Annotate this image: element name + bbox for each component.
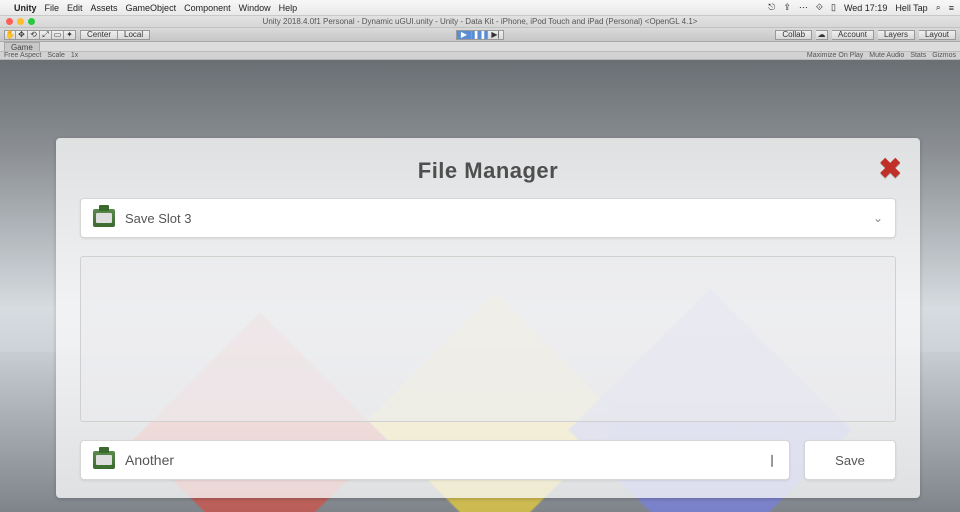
save-button[interactable]: Save: [804, 440, 896, 480]
chevron-down-icon: ⌄: [873, 211, 883, 225]
save-slot-dropdown[interactable]: Save Slot 3 ⌄: [80, 198, 896, 238]
save-name-input[interactable]: [125, 452, 723, 468]
account-dropdown[interactable]: Account: [832, 30, 874, 40]
mute-audio-toggle[interactable]: Mute Audio: [869, 52, 904, 59]
rect-tool-icon[interactable]: ▭: [52, 30, 64, 40]
menu-file[interactable]: File: [45, 3, 60, 13]
panel-title: File Manager: [80, 158, 896, 184]
panel-tabs: Game: [0, 42, 960, 52]
text-cursor-icon: ❘: [767, 453, 777, 467]
move-tool-icon[interactable]: ✥: [16, 30, 28, 40]
scale-value[interactable]: 1x: [71, 52, 78, 59]
pivot-toggle[interactable]: Center: [80, 30, 118, 40]
transform-tool-icon[interactable]: ✦: [64, 30, 76, 40]
clock[interactable]: Wed 17:19: [844, 3, 887, 13]
layout-dropdown[interactable]: Layout: [919, 30, 956, 40]
scale-label: Scale: [47, 52, 65, 59]
rotate-tool-icon[interactable]: ⟲: [28, 30, 40, 40]
maximize-on-play-toggle[interactable]: Maximize On Play: [807, 52, 863, 59]
save-preview-area: [80, 256, 896, 422]
mac-menubar: Unity File Edit Assets GameObject Compon…: [0, 0, 960, 16]
user-name[interactable]: Hell Tap: [895, 3, 927, 13]
scale-tool-icon[interactable]: ⤢: [40, 30, 52, 40]
transform-tools: ✋ ✥ ⟲ ⤢ ▭ ✦: [4, 30, 76, 40]
battery-icon[interactable]: ▯: [831, 2, 836, 13]
layers-dropdown[interactable]: Layers: [878, 30, 915, 40]
menu-help[interactable]: Help: [279, 3, 298, 13]
tab-game[interactable]: Game: [4, 42, 40, 51]
wifi-icon[interactable]: ⋯: [799, 2, 808, 13]
hand-tool-icon[interactable]: ✋: [4, 30, 16, 40]
save-file-icon: [93, 451, 115, 469]
cloud-icon[interactable]: ☁: [816, 30, 828, 40]
save-slot-icon: [93, 209, 115, 227]
handle-toggle[interactable]: Local: [118, 30, 150, 40]
pause-button[interactable]: ❚❚: [472, 30, 488, 40]
menu-component[interactable]: Component: [184, 3, 231, 13]
unity-toolbar: ✋ ✥ ⟲ ⤢ ▭ ✦ Center Local ▶ ❚❚ ▶| Collab …: [0, 28, 960, 42]
status-icon: ⇪: [783, 2, 791, 13]
bluetooth-icon[interactable]: ⟐: [816, 2, 823, 13]
collab-dropdown[interactable]: Collab: [775, 30, 812, 40]
step-button[interactable]: ▶|: [488, 30, 504, 40]
unity-window-titlebar: Unity 2018.4.0f1 Personal - Dynamic uGUI…: [0, 16, 960, 28]
game-view-prefs: Free Aspect Scale 1x Maximize On Play Mu…: [0, 52, 960, 60]
stats-toggle[interactable]: Stats: [910, 52, 926, 59]
save-name-field[interactable]: ❘: [80, 440, 790, 480]
gizmos-toggle[interactable]: Gizmos: [932, 52, 956, 59]
play-button[interactable]: ▶: [456, 30, 472, 40]
menu-assets[interactable]: Assets: [91, 3, 118, 13]
menu-edit[interactable]: Edit: [67, 3, 83, 13]
menu-window[interactable]: Window: [239, 3, 271, 13]
game-view: File Manager ✖ Save Slot 3 ⌄ ❘ Save: [0, 60, 960, 512]
aspect-dropdown[interactable]: Free Aspect: [4, 52, 41, 59]
menu-app[interactable]: Unity: [14, 3, 37, 13]
window-title: Unity 2018.4.0f1 Personal - Dynamic uGUI…: [0, 17, 960, 26]
menu-icon[interactable]: ≡: [949, 3, 954, 13]
close-button[interactable]: ✖: [879, 152, 902, 185]
menu-gameobject[interactable]: GameObject: [126, 3, 177, 13]
search-icon[interactable]: ⌕: [936, 2, 941, 13]
status-icon: ⎋: [768, 2, 775, 13]
save-slot-label: Save Slot 3: [125, 211, 192, 226]
file-manager-panel: File Manager ✖ Save Slot 3 ⌄ ❘ Save: [56, 138, 920, 498]
